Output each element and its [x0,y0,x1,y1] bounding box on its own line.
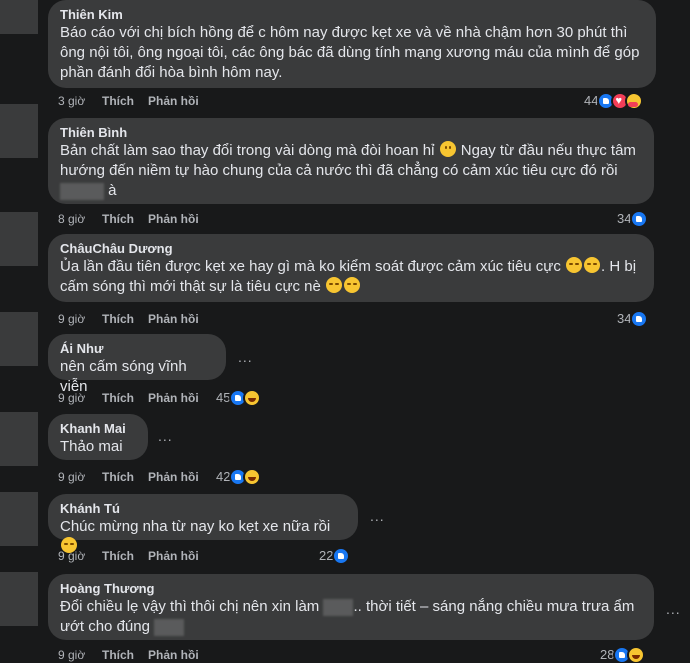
comment-text: Báo cáo với chị bích hồng để c hôm nay đ… [60,24,644,81]
comment-author[interactable]: Khánh Tú [60,500,346,517]
comment-bubble: Ái Như nên cấm sóng vĩnh viễn [48,334,226,395]
unamused-emoji-icon [584,257,601,273]
comment-time[interactable]: 9 giờ [58,390,102,406]
reply-button[interactable]: Phản hồi [148,647,199,663]
reaction-count: 34 [617,211,632,226]
comment-bubble: Hoàng Thương Đổi chiều lẹ vậy thì thôi c… [48,574,654,640]
avatar[interactable] [0,104,38,158]
comment-author[interactable]: Ái Như [60,340,214,357]
smile-emoji-icon [439,141,456,157]
comment-time[interactable]: 9 giờ [58,469,102,485]
haha-reaction-icon [243,389,262,407]
comment-time[interactable]: 3 giờ [58,93,102,109]
avatar[interactable] [0,492,38,546]
avatar[interactable] [0,412,38,466]
relieved-emoji-icon [326,277,343,293]
comment-text: Bản chất làm sao thay đổi trong vài dòng… [60,141,642,201]
comment-actions: 9 giờ Thích Phản hồi [58,469,199,485]
comment-author[interactable]: Hoàng Thương [60,580,642,597]
comment-text-part: Ủa lần đầu tiên được kẹt xe hay gì mà ko… [60,258,566,275]
comment-bubble: Khanh Mai Thảo mai [48,414,148,460]
comment-bubble: Khánh Tú Chúc mừng nha từ nay ko kẹt xe … [48,494,358,553]
like-button[interactable]: Thích [102,390,148,406]
comment-author[interactable]: Thiên Kim [60,6,644,23]
redacted-text [60,182,104,200]
comment-text: Ủa lần đầu tiên được kẹt xe hay gì mà ko… [60,257,642,297]
comment-time[interactable]: 9 giờ [58,647,102,663]
reaction-count: 28 [600,647,615,662]
comment-bubble: Thiên Kim Báo cáo với chị bích hồng để c… [48,0,656,88]
avatar[interactable] [0,212,38,266]
reaction-summary[interactable]: 34 [617,210,649,228]
reply-button[interactable]: Phản hồi [148,211,199,227]
reply-button[interactable]: Phản hồi [148,311,199,327]
reaction-summary[interactable]: 34 [617,310,649,328]
like-button[interactable]: Thích [102,211,148,227]
comment-time[interactable]: 8 giờ [58,211,102,227]
reaction-summary[interactable]: 45 [216,389,262,407]
reaction-summary[interactable]: 42 [216,468,262,486]
more-options-icon[interactable]: ... [158,429,173,443]
reaction-summary[interactable]: 28 [600,646,646,663]
redacted-text [154,618,185,636]
comment-time[interactable]: 9 giờ [58,548,102,564]
care-reaction-icon [625,92,644,110]
reply-button[interactable]: Phản hồi [148,390,199,406]
comment-text-part: Chúc mừng nha từ nay ko kẹt xe nữa rồi [60,518,335,535]
reply-button[interactable]: Phản hồi [148,548,199,564]
comment-time[interactable]: 9 giờ [58,311,102,327]
redacted-text [323,598,354,616]
more-options-icon[interactable]: ... [238,350,253,364]
comment-actions: 3 giờ Thích Phản hồi [58,93,199,109]
reaction-count: 44 [584,93,599,108]
comment-actions: 9 giờ Thích Phản hồi [58,647,199,663]
like-reaction-icon [332,547,351,565]
comment-author[interactable]: ChâuChâu Dương [60,240,642,257]
comment-text: Đổi chiều lẹ vậy thì thôi chị nên xin là… [60,597,642,637]
reaction-count: 34 [617,311,632,326]
more-options-icon[interactable]: ... [370,509,385,523]
comment-author[interactable]: Thiên Bình [60,124,642,141]
like-reaction-icon [630,310,649,328]
reaction-count: 22 [319,548,334,563]
comment-text-part: à [104,182,117,199]
reaction-count: 42 [216,469,231,484]
avatar[interactable] [0,312,38,366]
comment-text: Thảo mai [60,438,123,455]
more-options-icon[interactable]: ... [666,602,681,616]
avatar[interactable] [0,0,38,34]
comment-actions: 9 giờ Thích Phản hồi [58,311,199,327]
like-button[interactable]: Thích [102,311,148,327]
comment-text-part: Đổi chiều lẹ vậy thì thôi chị nên xin là… [60,598,324,615]
avatar[interactable] [0,572,38,626]
relieved-emoji-icon [344,277,361,293]
reaction-summary[interactable]: 44 [584,92,644,110]
haha-reaction-icon [627,646,646,663]
comment-actions: 9 giờ Thích Phản hồi [58,548,199,564]
like-button[interactable]: Thích [102,548,148,564]
like-reaction-icon [630,210,649,228]
reaction-summary[interactable]: 22 [319,547,351,565]
like-button[interactable]: Thích [102,93,148,109]
comment-actions: 8 giờ Thích Phản hồi [58,211,199,227]
comment-actions: 9 giờ Thích Phản hồi [58,390,199,406]
reply-button[interactable]: Phản hồi [148,93,199,109]
comment-author[interactable]: Khanh Mai [60,420,136,437]
unamused-emoji-icon [566,257,583,273]
comment-bubble: ChâuChâu Dương Ủa lần đầu tiên được kẹt … [48,234,654,302]
haha-reaction-icon [243,468,262,486]
reaction-count: 45 [216,390,231,405]
comment-text-part: Bản chất làm sao thay đổi trong vài dòng… [60,142,439,159]
like-button[interactable]: Thích [102,647,148,663]
like-button[interactable]: Thích [102,469,148,485]
reply-button[interactable]: Phản hồi [148,469,199,485]
comment-bubble: Thiên Bình Bản chất làm sao thay đổi tro… [48,118,654,204]
